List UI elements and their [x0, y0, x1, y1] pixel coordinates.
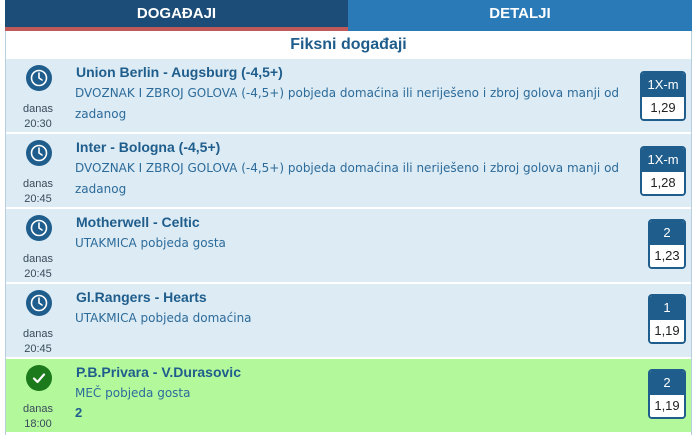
event-hour: 20:45	[24, 268, 52, 280]
bet-description: DVOZNAK I ZBROJ GOLOVA (-4,5+) pobjeda d…	[75, 86, 620, 121]
event-time: danas 20:30	[6, 59, 70, 132]
odds-box[interactable]: 1X-m 1,29	[640, 71, 686, 121]
tab-bar: DOGAĐAJI DETALJI	[5, 0, 692, 31]
event-day: danas	[23, 103, 53, 115]
event-hour: 18:00	[24, 418, 52, 430]
pick-label: 1X-m	[642, 73, 684, 97]
event-time: danas 20:45	[6, 284, 70, 357]
pick-label: 1	[650, 296, 684, 320]
pick-label: 1X-m	[642, 148, 684, 172]
match-title: P.B.Privara - V.Durasovic	[76, 364, 241, 380]
event-day: danas	[23, 328, 53, 340]
odd-value: 1,28	[642, 172, 684, 194]
match-title: Gl.Rangers - Hearts	[76, 289, 207, 305]
odd-value: 1,29	[642, 97, 684, 119]
events-panel: Fiksni događaji danas 20:30 Union Berlin…	[5, 31, 692, 435]
event-row[interactable]: danas 20:45 Inter - Bologna (-4,5+) DVOZ…	[6, 132, 691, 207]
event-hour: 20:30	[24, 118, 52, 130]
clock-icon	[26, 140, 52, 166]
bet-description: MEČ pobjeda gosta	[75, 386, 191, 400]
event-day: danas	[23, 178, 53, 190]
event-hour: 20:45	[24, 343, 52, 355]
odds-box[interactable]: 2 1,19	[648, 369, 686, 419]
event-time: danas 20:45	[6, 134, 70, 207]
odds-box[interactable]: 1 1,19	[648, 294, 686, 344]
odd-value: 1,19	[650, 320, 684, 342]
match-title: Motherwell - Celtic	[76, 214, 200, 230]
match-title: Union Berlin - Augsburg (-4,5+)	[76, 64, 283, 80]
event-time: danas 18:00	[6, 359, 70, 432]
bet-description: UTAKMICA pobjeda domaćina	[75, 311, 252, 325]
event-row-won[interactable]: danas 18:00 P.B.Privara - V.Durasovic ME…	[6, 357, 691, 432]
odd-value: 1,19	[650, 395, 684, 417]
pick-label: 2	[650, 371, 684, 395]
event-row[interactable]: danas 20:45 Motherwell - Celtic UTAKMICA…	[6, 207, 691, 282]
event-row[interactable]: danas 20:30 Union Berlin - Augsburg (-4,…	[6, 57, 691, 132]
clock-icon	[26, 290, 52, 316]
tab-events[interactable]: DOGAĐAJI	[5, 0, 348, 31]
odds-box[interactable]: 1X-m 1,28	[640, 146, 686, 196]
bet-description: UTAKMICA pobjeda gosta	[75, 236, 226, 250]
event-time: danas 20:45	[6, 209, 70, 282]
check-icon	[26, 365, 52, 391]
match-title: Inter - Bologna (-4,5+)	[76, 139, 221, 155]
tab-details[interactable]: DETALJI	[348, 0, 692, 31]
bet-description: DVOZNAK I ZBROJ GOLOVA (-4,5+) pobjeda d…	[75, 161, 620, 196]
event-row[interactable]: danas 20:45 Gl.Rangers - Hearts UTAKMICA…	[6, 282, 691, 357]
section-title: Fiksni događaji	[290, 36, 407, 53]
odds-box[interactable]: 2 1,23	[648, 219, 686, 269]
event-day: danas	[23, 403, 53, 415]
pick-label: 2	[650, 221, 684, 245]
match-score: 2	[75, 405, 83, 420]
clock-icon	[26, 215, 52, 241]
event-hour: 20:45	[24, 193, 52, 205]
clock-icon	[26, 65, 52, 91]
event-day: danas	[23, 253, 53, 265]
odd-value: 1,23	[650, 245, 684, 267]
